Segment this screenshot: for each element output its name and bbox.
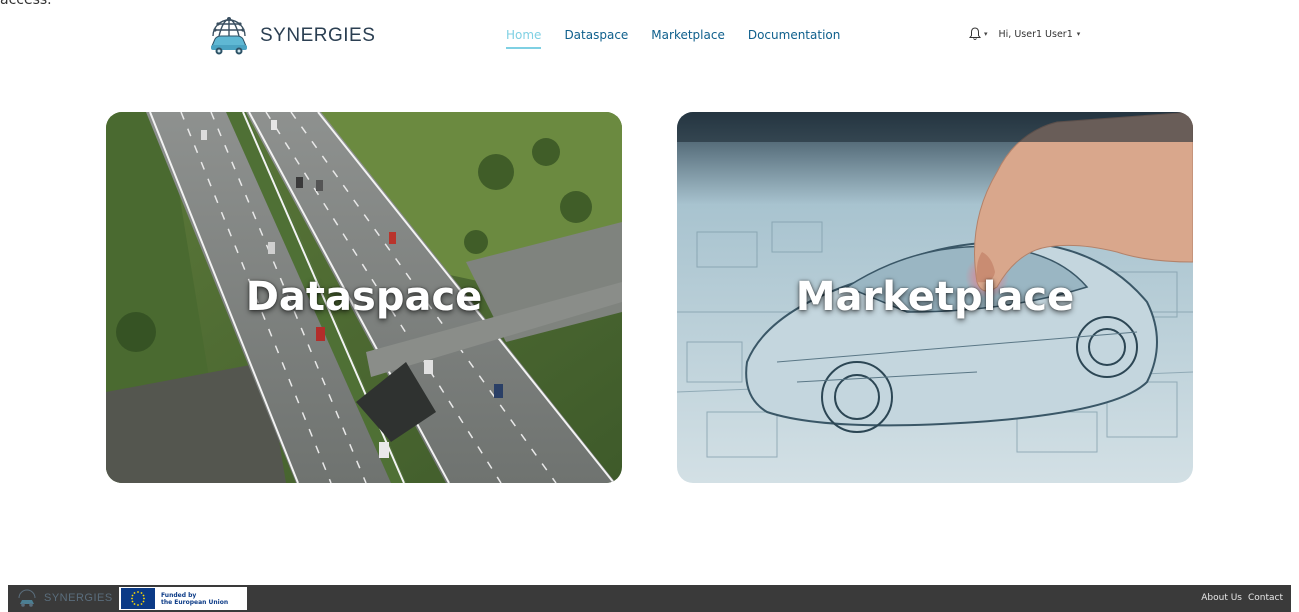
user-area: ▾ Hi, User1 User1 ▾ [969, 27, 1080, 41]
footer-synergies-logo-icon [18, 589, 36, 607]
nav-documentation[interactable]: Documentation [748, 28, 841, 49]
nav-dataspace[interactable]: Dataspace [564, 28, 628, 49]
nav-home[interactable]: Home [506, 28, 542, 49]
cropped-text-fragment: access. [0, 0, 80, 6]
eu-flag-icon [121, 588, 155, 609]
footer-link-contact[interactable]: Contact [1248, 593, 1283, 603]
marketplace-card-label: Marketplace [795, 274, 1075, 320]
bell-icon[interactable] [969, 27, 981, 41]
marketplace-card[interactable]: Marketplace [677, 112, 1193, 483]
footer-link-about-us[interactable]: About Us [1201, 593, 1242, 603]
footer-links: About Us Contact [1195, 593, 1283, 603]
main-nav: Home Dataspace Marketplace Documentation [506, 28, 863, 49]
dataspace-card-label: Dataspace [245, 274, 483, 320]
synergies-logo-icon [211, 17, 247, 55]
user-menu-caret-icon[interactable]: ▾ [1077, 30, 1081, 38]
footer: SYNERGIES Funded by the European Union A… [8, 585, 1291, 612]
eu-funding-line-1: Funded by [161, 591, 197, 599]
user-greeting[interactable]: Hi, User1 User1 [999, 29, 1073, 40]
nav-marketplace[interactable]: Marketplace [651, 28, 725, 49]
footer-brand-name: SYNERGIES [44, 592, 113, 604]
dataspace-card[interactable]: Dataspace [106, 112, 622, 483]
eu-funding-text: Funded by the European Union [161, 592, 228, 606]
eu-funding-line-2: the European Union [161, 598, 229, 606]
page: access. SYNERGIES Home Dataspace Marketp… [0, 0, 1299, 612]
eu-funding-badge: Funded by the European Union [119, 587, 247, 610]
brand-logo-link[interactable]: SYNERGIES [205, 12, 375, 60]
brand-name: SYNERGIES [260, 25, 376, 46]
footer-logo[interactable]: SYNERGIES [16, 587, 113, 609]
notifications-dropdown-caret-icon[interactable]: ▾ [984, 30, 988, 38]
